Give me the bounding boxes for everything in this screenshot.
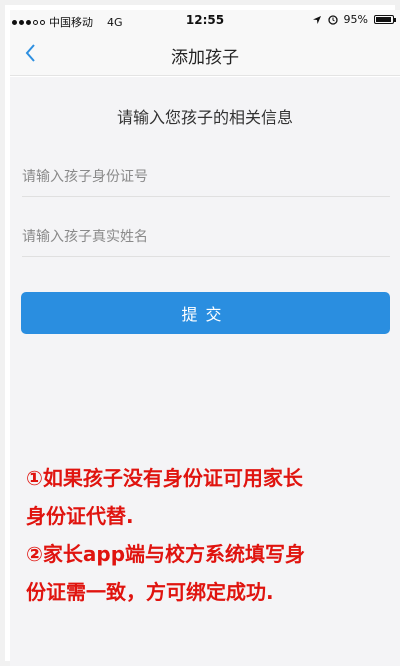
navigation-bar: 添加孩子 [10, 32, 400, 76]
form-heading: 请输入您孩子的相关信息 [116, 108, 293, 127]
alarm-icon [327, 14, 338, 25]
status-bar: 中国移动 4G 12:55 95% [10, 10, 400, 32]
submit-button[interactable]: 提交 [21, 292, 390, 334]
page-title: 添加孩子 [171, 48, 239, 68]
note-line-4: 份证需一致，方可绑定成功. [26, 580, 274, 604]
child-real-name-input[interactable] [22, 217, 390, 257]
note-line-2: 身份证代替. [26, 504, 134, 528]
phone-screen: 中国移动 4G 12:55 95% 添加孩子 请输入您孩子的相关信息 提交 ①如… [10, 10, 400, 666]
instruction-notes: ①如果孩子没有身份证可用家长 身份证代替. ②家长app端与校方系统填写身 份证… [26, 459, 386, 611]
screenshot-frame: 中国移动 4G 12:55 95% 添加孩子 请输入您孩子的相关信息 提交 ①如… [0, 0, 400, 666]
battery-percent: 95% [343, 13, 368, 26]
status-right: 95% [312, 13, 396, 26]
battery-icon [374, 15, 396, 24]
note-line-3: ②家长app端与校方系统填写身 [26, 542, 306, 566]
note-line-1: ①如果孩子没有身份证可用家长 [26, 466, 303, 490]
form-content: 请输入您孩子的相关信息 提交 ①如果孩子没有身份证可用家长 身份证代替. ②家长… [10, 77, 400, 666]
child-id-number-input[interactable] [22, 157, 390, 197]
location-icon [312, 15, 321, 24]
